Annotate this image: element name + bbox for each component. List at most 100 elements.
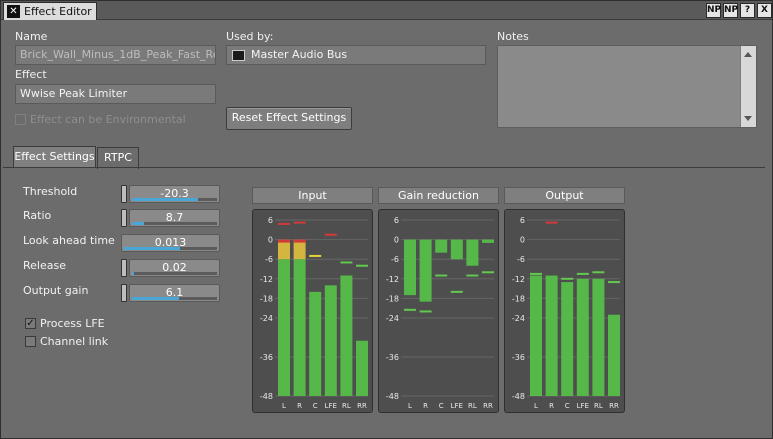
meter-channel-label: C: [439, 402, 444, 410]
meter-svg: 6 0 -6 -12 -18 -24 -36 -48 L R C LFE RL RR: [260, 216, 368, 410]
param-slider-fill: [132, 198, 199, 201]
meter-scale-label: -48: [386, 392, 399, 401]
env-checkbox[interactable]: Effect can be Environmental: [15, 113, 186, 126]
notes-textarea[interactable]: [497, 45, 757, 128]
pin-right-button[interactable]: NP: [723, 3, 738, 18]
param-slider-track: [124, 247, 217, 250]
meter-bar: [450, 239, 463, 260]
name-label: Name: [15, 30, 48, 43]
meter-svg: 6 0 -6 -12 -18 -24 -36 -48 L R C LFE RL RR: [386, 216, 494, 410]
meter-channel-label: LFE: [325, 402, 337, 410]
rtpc-pin-icon[interactable]: [121, 209, 127, 227]
param-slider-track: [132, 297, 217, 300]
meter-scale-label: -36: [260, 353, 273, 362]
meter-peak-marker: [482, 271, 494, 274]
param-label: Output gain: [23, 284, 89, 297]
rtpc-pin-icon[interactable]: [121, 284, 127, 302]
meter-clip-segment: [278, 239, 290, 243]
param-label: Ratio: [23, 209, 52, 222]
reset-effect-settings-button[interactable]: Reset Effect Settings: [226, 107, 352, 130]
scroll-down-icon[interactable]: [744, 116, 752, 121]
rtpc-pin-icon[interactable]: [121, 185, 127, 203]
meter-scale-label: -18: [386, 294, 399, 303]
meter-scale-label: -6: [517, 255, 525, 264]
meter-channel-label: RR: [609, 402, 619, 410]
used-by-value: Master Audio Bus: [251, 48, 348, 61]
param-slider-track: [132, 198, 217, 201]
help-button[interactable]: ?: [740, 3, 755, 18]
param-slider-track: [132, 222, 217, 225]
meter-title: Output: [504, 187, 625, 204]
used-by-label: Used by:: [226, 30, 274, 43]
meter-scale-label: -12: [260, 275, 273, 284]
meter-scale-label: -24: [386, 314, 399, 323]
title-bar: ✕ Effect Editor NP NP ? X: [1, 1, 772, 20]
bus-icon: [232, 50, 245, 61]
meter-scale-label: 0: [394, 236, 399, 245]
effect-editor-window: ✕ Effect Editor NP NP ? X Name Brick_Wal…: [0, 0, 773, 439]
window-tab[interactable]: ✕ Effect Editor: [3, 2, 97, 20]
meter-scale-label: -18: [512, 294, 525, 303]
meter-channel-label: L: [282, 402, 286, 410]
meter-scale-label: -48: [512, 392, 525, 401]
meter-scale-label: 0: [520, 236, 525, 245]
tab-rtpc[interactable]: RTPC: [97, 147, 139, 169]
process-lfe-check-box[interactable]: ✓: [25, 318, 36, 329]
meter-scale-label: -36: [386, 353, 399, 362]
notes-scrollbar[interactable]: [740, 46, 756, 127]
meter-channel-label: L: [408, 402, 412, 410]
meter-scale-label: -6: [391, 255, 399, 264]
meter-peak-marker: [340, 261, 353, 264]
rtpc-pin-icon[interactable]: [121, 259, 127, 277]
meter-bar: [592, 278, 605, 396]
meter-title: Gain reduction: [378, 187, 499, 204]
used-by-field[interactable]: Master Audio Bus: [226, 45, 486, 65]
meter-scale-label: -24: [260, 314, 273, 323]
meter-scale-label: 6: [394, 216, 399, 225]
channel-link-check-box[interactable]: [25, 336, 36, 347]
meter-scale-label: -24: [512, 314, 525, 323]
param-slider[interactable]: 0.013: [121, 234, 220, 252]
meter-bar: [482, 239, 494, 243]
meter-channel-label: LFE: [451, 402, 463, 410]
meter-channel-label: LFE: [577, 402, 589, 410]
level-meter: 6 0 -6 -12 -18 -24 -36 -48 L R C LFE RL RR: [504, 209, 625, 413]
meter-bar: [466, 239, 479, 266]
process-lfe-checkbox[interactable]: ✓ Process LFE: [25, 317, 105, 330]
meter-peak-marker: [561, 277, 574, 280]
meter-peak-marker: [435, 274, 448, 277]
channel-link-checkbox[interactable]: Channel link: [25, 335, 108, 348]
effect-label: Effect: [15, 68, 47, 81]
wwise-logo-icon: ✕: [7, 5, 20, 18]
close-button[interactable]: X: [757, 3, 772, 18]
param-slider[interactable]: 8.7: [129, 209, 220, 227]
meter-channel-label: RL: [468, 402, 477, 410]
scroll-up-icon[interactable]: [744, 52, 752, 57]
tab-divider: [3, 167, 765, 168]
effect-field[interactable]: Wwise Peak Limiter: [15, 84, 216, 104]
meter-bar: [419, 239, 432, 302]
pin-left-button[interactable]: NP: [706, 3, 721, 18]
meter-bar: [404, 239, 416, 296]
meter-peak-marker: [576, 272, 589, 275]
window-title: Effect Editor: [24, 5, 92, 18]
param-slider[interactable]: 6.1: [129, 284, 220, 302]
meter-channel-label: R: [549, 402, 554, 410]
meter-bar: [278, 259, 290, 396]
param-slider[interactable]: -20.3: [129, 185, 220, 203]
meter-peak-marker: [404, 308, 416, 311]
meter-scale-label: -6: [265, 255, 273, 264]
meter-scale-label: -12: [512, 275, 525, 284]
param-slider-fill: [132, 272, 134, 275]
param-slider-fill: [132, 297, 179, 300]
meter-bar: [324, 285, 337, 396]
param-slider[interactable]: 0.02: [129, 259, 220, 277]
meter-peak-marker: [309, 254, 322, 257]
meter-peak-marker: [466, 274, 479, 277]
tab-effect-settings[interactable]: Effect Settings: [13, 146, 96, 168]
name-field[interactable]: Brick_Wall_Minus_1dB_Peak_Fast_Rele: [15, 45, 216, 65]
env-checkbox-box[interactable]: [15, 114, 26, 125]
meter-peak-marker: [592, 271, 605, 274]
meter-peak-marker: [419, 310, 432, 313]
level-meter: 6 0 -6 -12 -18 -24 -36 -48 L R C LFE RL RR: [378, 209, 499, 413]
